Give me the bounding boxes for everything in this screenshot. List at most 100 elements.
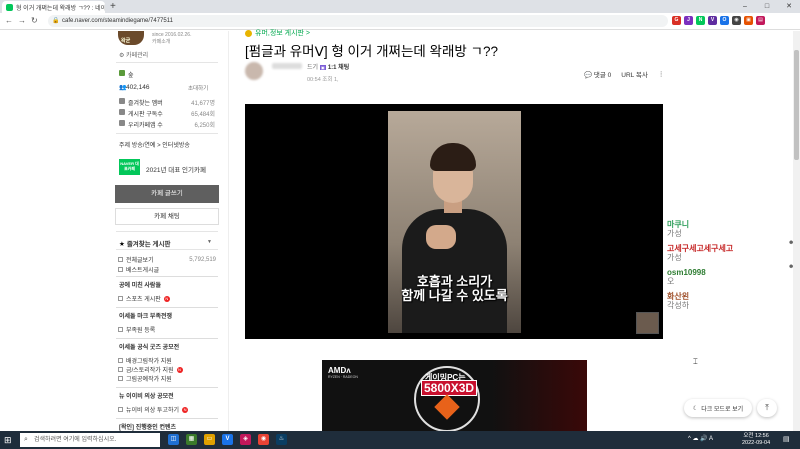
taskbar-search[interactable]: ⌕ 검색하려면 여기에 입력하십시오. bbox=[20, 433, 160, 447]
chat-message: 마쿠니 가성 bbox=[667, 220, 689, 238]
ad-glow bbox=[492, 360, 587, 432]
cafe-topic: 주제 방송/연예 > 인터넷방송 bbox=[119, 143, 190, 149]
menu-item[interactable]: 부족원 등록 bbox=[118, 325, 216, 334]
cafe-chat-button[interactable]: 카페 채팅 bbox=[115, 208, 219, 225]
video-subtitle: 호흡과 소리가 함께 나갈 수 있도록 bbox=[401, 274, 508, 303]
side-emoji-icon[interactable]: ☻ bbox=[788, 240, 794, 246]
browser-tab[interactable]: 형 이거 개쩌는데 왁래방 ㄱ?? : 네이버 ✕ bbox=[2, 1, 105, 13]
browser-tab-bar: 형 이거 개쩌는데 왁래방 ㄱ?? : 네이버 ✕ + – □ ✕ bbox=[0, 0, 800, 13]
reload-icon[interactable]: ↻ bbox=[31, 16, 38, 25]
extension-icon[interactable]: J bbox=[684, 16, 693, 25]
new-badge-icon: N bbox=[163, 295, 170, 302]
chat-text: 가성 bbox=[667, 253, 682, 262]
ad-banner[interactable]: AMDʌ RYZEN · RADEON 게이밍PC는 5800X3D bbox=[322, 360, 587, 432]
level-badge-icon: ▣ bbox=[320, 65, 326, 70]
comment-icon: 💬 bbox=[584, 72, 593, 79]
sidebar-divider bbox=[116, 249, 218, 250]
sidebar-divider bbox=[116, 387, 218, 388]
tree-icon bbox=[119, 70, 125, 76]
author-name[interactable] bbox=[272, 63, 302, 69]
lock-icon: 🔒 bbox=[52, 18, 60, 24]
naver-award-badge: NAVER 대표카페 bbox=[119, 159, 140, 175]
scroll-top-button[interactable]: ⤒ bbox=[757, 399, 777, 417]
chat-username[interactable]: 마쿠니 bbox=[667, 220, 689, 229]
board-icon bbox=[118, 267, 123, 272]
folder-icon[interactable]: ▭ bbox=[204, 434, 215, 445]
new-tab-button[interactable]: + bbox=[110, 1, 116, 12]
author-avatar[interactable] bbox=[245, 62, 263, 80]
maximize-button[interactable]: □ bbox=[756, 0, 778, 13]
star-icon: ★ bbox=[119, 241, 125, 248]
chat-text: 가성 bbox=[667, 229, 682, 238]
back-icon[interactable]: ← bbox=[5, 16, 13, 25]
cafe-level: 숲 bbox=[119, 70, 215, 79]
new-badge-icon: N bbox=[182, 406, 189, 413]
taskbar-clock[interactable]: 오전 12:56 2022-09-04 bbox=[742, 433, 770, 447]
sidebar-divider bbox=[116, 307, 218, 308]
extension-toolbar: G J N V O ◉ ▣ ▤ bbox=[672, 16, 765, 25]
member-count: 402,146 bbox=[126, 84, 150, 91]
side-emoji-icon[interactable]: ☻ bbox=[788, 264, 794, 270]
menu-item[interactable]: 그림공예작가 지원 bbox=[118, 374, 216, 383]
menu-item[interactable]: 스포츠 게시판 N bbox=[118, 294, 216, 303]
amd-sub: RYZEN · RADEON bbox=[328, 375, 358, 379]
board-link[interactable]: 유머,정보 게시판 > bbox=[245, 28, 310, 38]
stat-board-subscriptions: 게시판 구독수 65,484회 bbox=[119, 109, 215, 118]
main-divider bbox=[228, 31, 229, 431]
post-title: [펌글과 유머ᐯ] 형 이거 개쩌는데 왁래방 ㄱ?? bbox=[245, 44, 498, 59]
comment-button[interactable]: 💬 댓글 0 bbox=[584, 69, 611, 79]
extension-icon[interactable]: ▤ bbox=[756, 16, 765, 25]
url-copy-button[interactable]: URL 복사 bbox=[621, 69, 648, 79]
chat-username[interactable]: 화산왼 bbox=[667, 292, 689, 301]
extension-icon[interactable]: O bbox=[720, 16, 729, 25]
menu-group-header: [왁인] 진행중인 컨텐츠 bbox=[119, 425, 177, 431]
sidebar-divider bbox=[116, 338, 218, 339]
cafe-manager-link[interactable]: ⚙ 카페관리 bbox=[119, 50, 148, 59]
menu-best-posts[interactable]: 베스트게시글 bbox=[118, 265, 216, 274]
sidebar-divider bbox=[116, 133, 218, 134]
menu-group-header: 이세돌 마크 부족전쟁 bbox=[119, 314, 173, 320]
caret-down-icon[interactable]: ▼ bbox=[207, 239, 212, 245]
window-controls: – □ ✕ bbox=[734, 0, 800, 13]
editor-icon[interactable]: V bbox=[222, 434, 233, 445]
cafe-write-button[interactable]: 카페 글쓰기 bbox=[115, 185, 219, 203]
ad-product: 5800X3D bbox=[421, 380, 478, 396]
more-options-icon[interactable]: ⋮ bbox=[658, 70, 665, 78]
amd-logo: AMDʌ bbox=[328, 366, 351, 375]
chrome-icon[interactable]: ◉ bbox=[258, 434, 269, 445]
app-icon[interactable]: ◈ bbox=[240, 434, 251, 445]
board-emoji-icon bbox=[245, 29, 252, 37]
extension-icon[interactable]: ◉ bbox=[732, 16, 741, 25]
video-corner-thumbnail bbox=[636, 312, 659, 334]
minecraft-icon[interactable]: ▦ bbox=[186, 434, 197, 445]
close-window-button[interactable]: ✕ bbox=[778, 0, 800, 13]
steam-icon[interactable]: ♨ bbox=[276, 434, 287, 445]
menu-item[interactable]: 금/스토리작가 지원 N bbox=[118, 365, 216, 374]
menu-all-posts[interactable]: 전체글보기 5,792,519 bbox=[118, 255, 216, 264]
extension-icon[interactable]: V bbox=[708, 16, 717, 25]
invite-button[interactable]: 초대하기 bbox=[188, 84, 208, 92]
scrollbar-thumb[interactable] bbox=[794, 50, 799, 160]
extension-icon[interactable]: G bbox=[672, 16, 681, 25]
cafe-intro-link[interactable]: 카페소개 bbox=[152, 39, 191, 46]
sidebar-divider bbox=[116, 276, 218, 277]
forward-icon[interactable]: → bbox=[18, 16, 26, 25]
chat-text: 오 bbox=[667, 277, 675, 286]
dark-mode-button[interactable]: ☾ 다크 모드로 보기 bbox=[684, 399, 752, 417]
menu-item[interactable]: 배경그림작가 지원 bbox=[118, 356, 216, 365]
new-badge-icon: N bbox=[176, 366, 183, 373]
favorite-boards-header[interactable]: ★ 즐겨찾는 게시판 bbox=[119, 238, 171, 248]
task-view-icon[interactable]: ◫ bbox=[168, 434, 179, 445]
extension-icon[interactable]: N bbox=[696, 16, 705, 25]
extension-icon[interactable]: ▣ bbox=[744, 16, 753, 25]
chat-username[interactable]: 고세구세고세구세고 bbox=[667, 244, 733, 253]
menu-item[interactable]: 뉴이비 의상 투고하기 N bbox=[118, 405, 216, 414]
windows-start-icon[interactable]: ⊞ bbox=[4, 435, 12, 445]
minimize-button[interactable]: – bbox=[734, 0, 756, 13]
chat-username[interactable]: osm10998 bbox=[667, 268, 706, 277]
system-tray[interactable]: ^ ☁ 🔊 A bbox=[688, 435, 713, 442]
notification-icon[interactable]: ▤ bbox=[783, 435, 790, 443]
url-input[interactable]: 🔒 cafe.naver.com/steamindiegame/7477511 bbox=[48, 15, 668, 27]
board-icon bbox=[118, 367, 123, 372]
board-icon bbox=[118, 257, 123, 262]
